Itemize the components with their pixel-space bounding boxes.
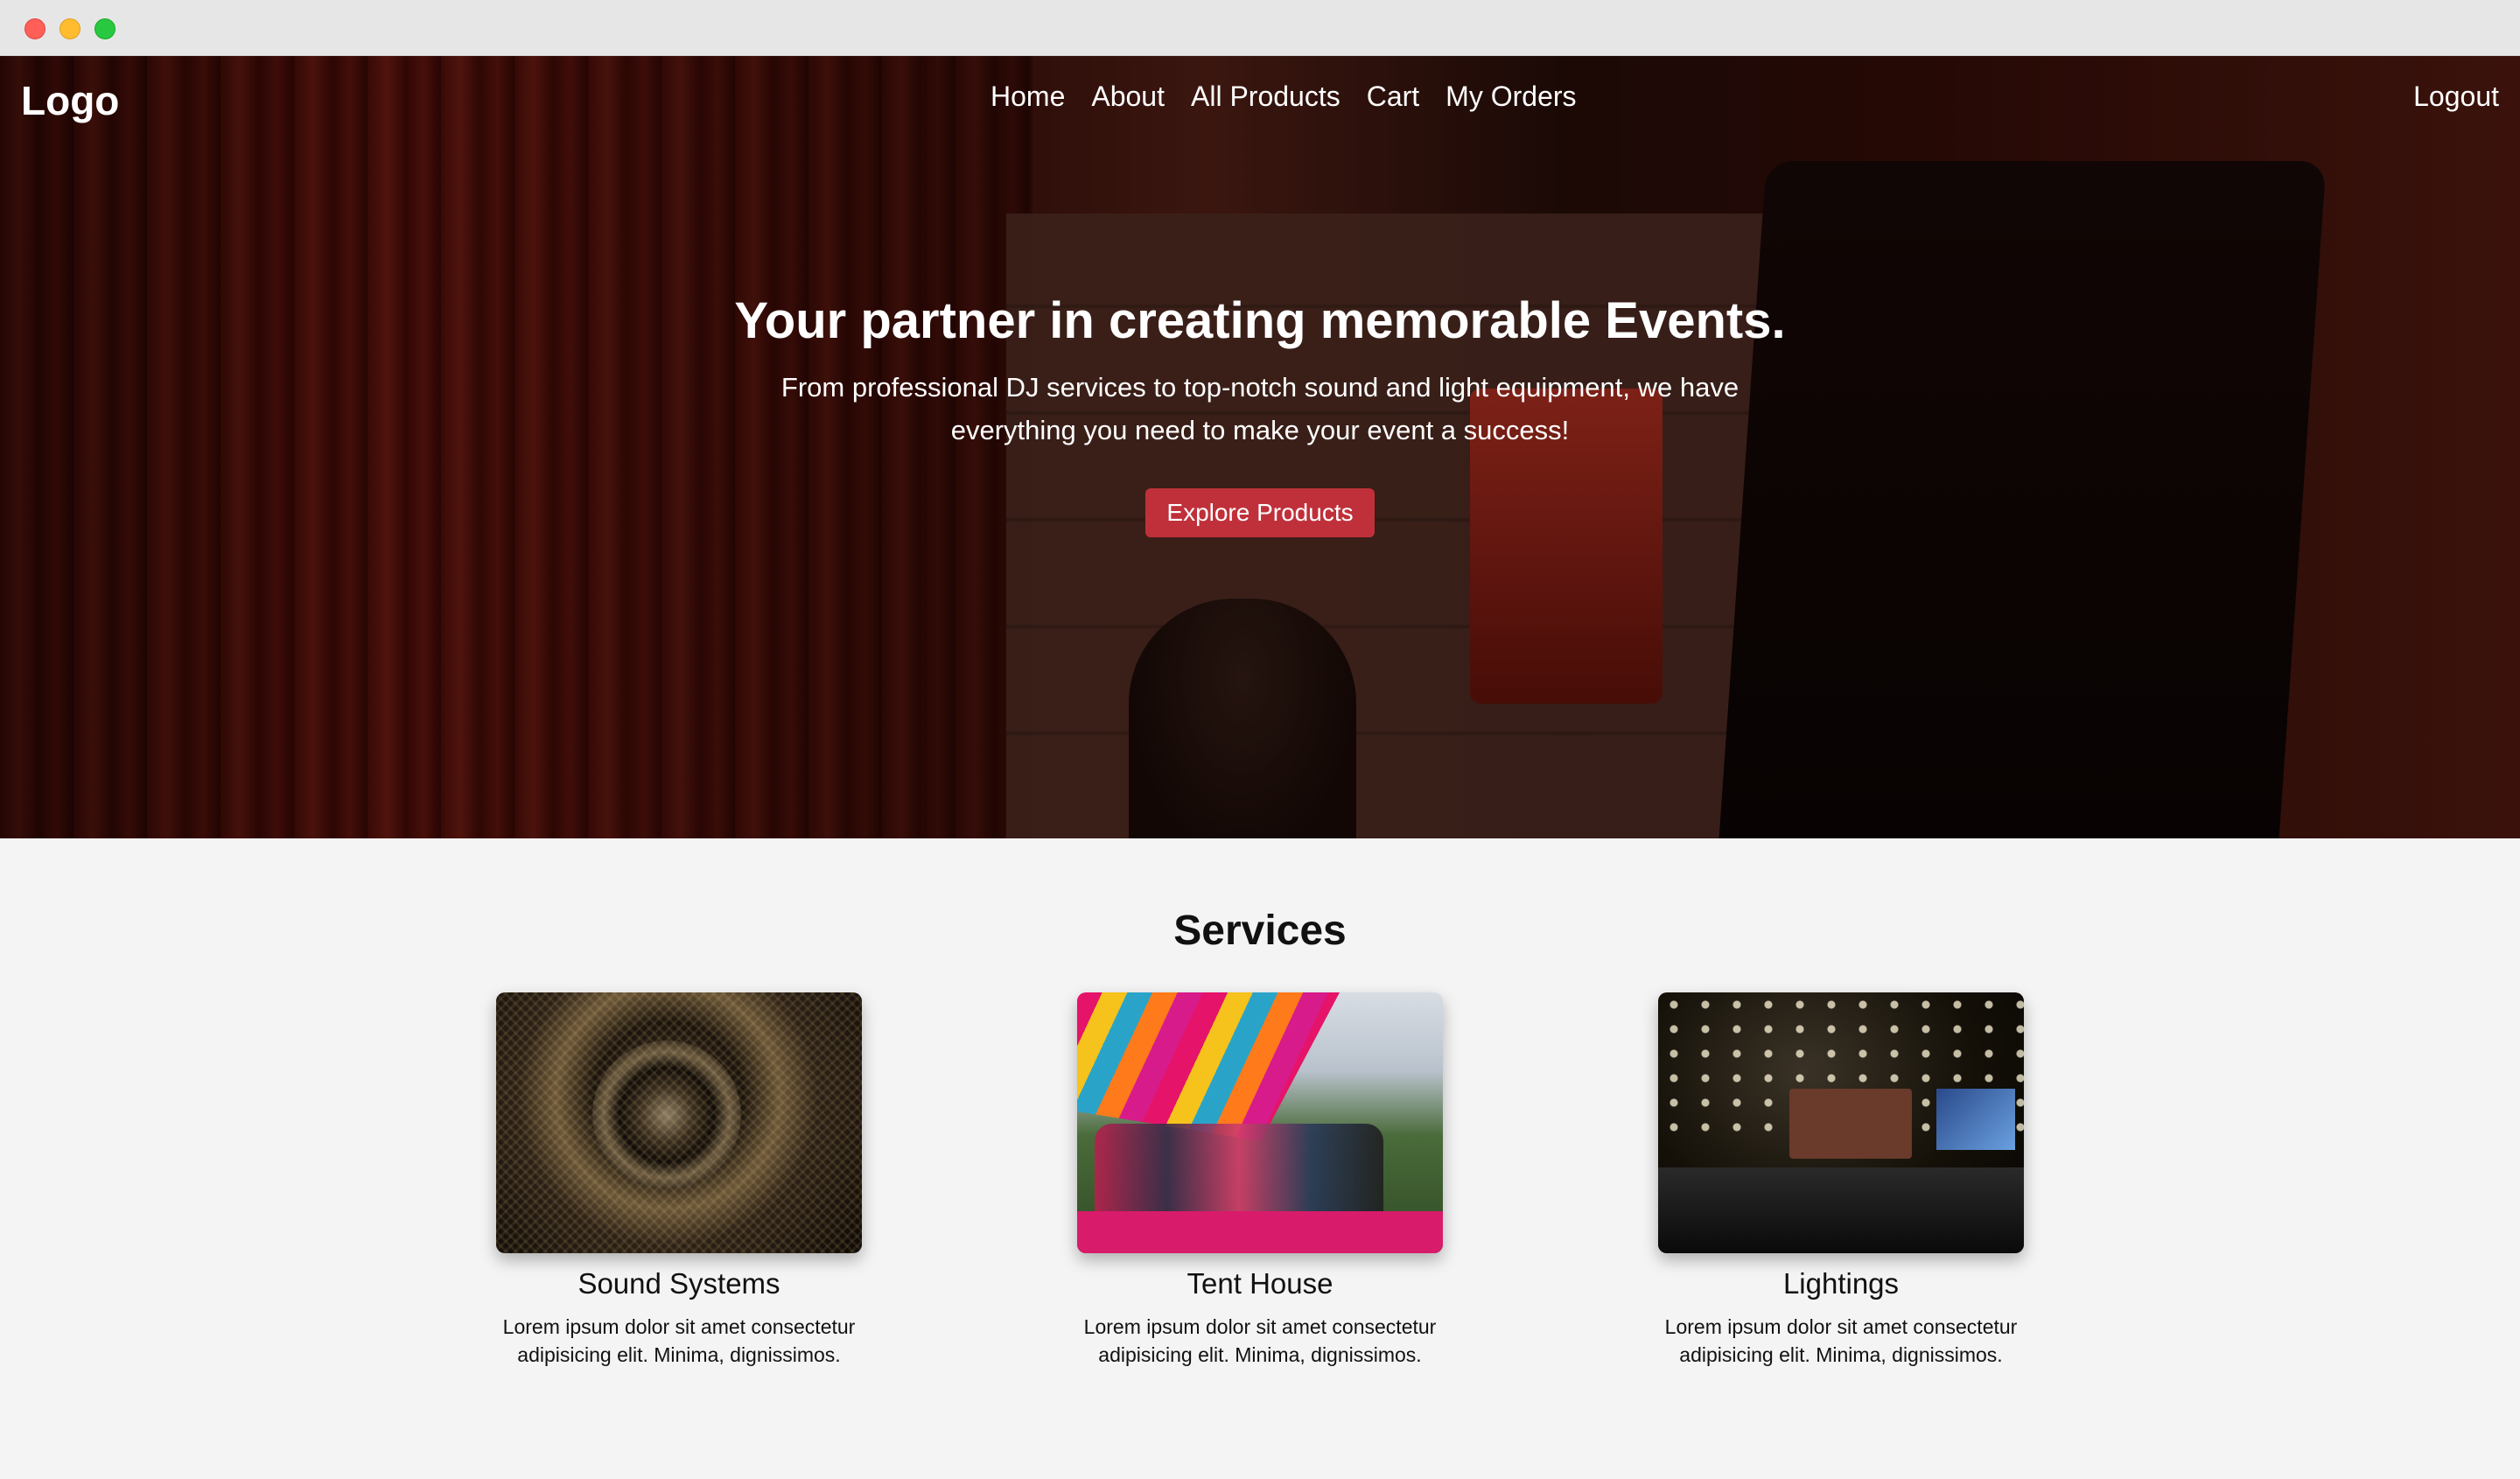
speaker-mesh	[496, 992, 862, 1253]
maximize-window-button[interactable]	[94, 18, 116, 39]
close-window-button[interactable]	[24, 18, 46, 39]
service-description: Lorem ipsum dolor sit amet consectetur a…	[502, 1315, 856, 1366]
dj-screen	[1936, 1089, 2015, 1150]
hero-subtitle: From professional DJ services to top-not…	[780, 372, 1740, 445]
service-card-sound-systems[interactable]: Sound Systems Lorem ipsum dolor sit amet…	[460, 992, 898, 1369]
nav-links: Home About All Products Cart My Orders	[990, 81, 1577, 113]
nav-link-my-orders[interactable]: My Orders	[1446, 81, 1576, 113]
service-card-lightings[interactable]: Lightings Lorem ipsum dolor sit amet con…	[1622, 992, 2060, 1369]
nav-link-all-products[interactable]: All Products	[1191, 81, 1340, 113]
logout-link[interactable]: Logout	[2413, 81, 2499, 113]
explore-products-button[interactable]: Explore Products	[1145, 488, 1375, 537]
service-description: Lorem ipsum dolor sit amet consectetur a…	[1083, 1315, 1437, 1366]
window-titlebar	[0, 0, 2520, 56]
top-navbar: Logo Home About All Products Cart My Ord…	[0, 56, 2520, 144]
service-description: Lorem ipsum dolor sit amet consectetur a…	[1664, 1315, 2018, 1366]
minimize-window-button[interactable]	[60, 18, 80, 39]
service-card-tent-house[interactable]: Tent House Lorem ipsum dolor sit amet co…	[1041, 992, 1479, 1369]
service-name: Sound Systems	[578, 1267, 780, 1300]
nav-link-about[interactable]: About	[1091, 81, 1165, 113]
lightings-image	[1658, 992, 2024, 1253]
tent-floor	[1077, 1211, 1443, 1253]
nav-link-home[interactable]: Home	[990, 81, 1065, 113]
site-logo[interactable]: Logo	[21, 77, 119, 124]
lit-stage	[1789, 1089, 1912, 1159]
hero-title: Your partner in creating memorable Event…	[734, 292, 1786, 349]
tent-house-image	[1077, 992, 1443, 1253]
service-name: Lightings	[1782, 1267, 1900, 1300]
nav-link-cart[interactable]: Cart	[1367, 81, 1419, 113]
services-heading: Services	[1173, 908, 1347, 954]
sound-systems-image	[496, 992, 862, 1253]
tent-drape	[1077, 992, 1340, 1141]
hero-content: Your partner in creating memorable Event…	[0, 289, 2520, 537]
dj-console	[1658, 1167, 2024, 1253]
service-name: Tent House	[1186, 1267, 1334, 1300]
